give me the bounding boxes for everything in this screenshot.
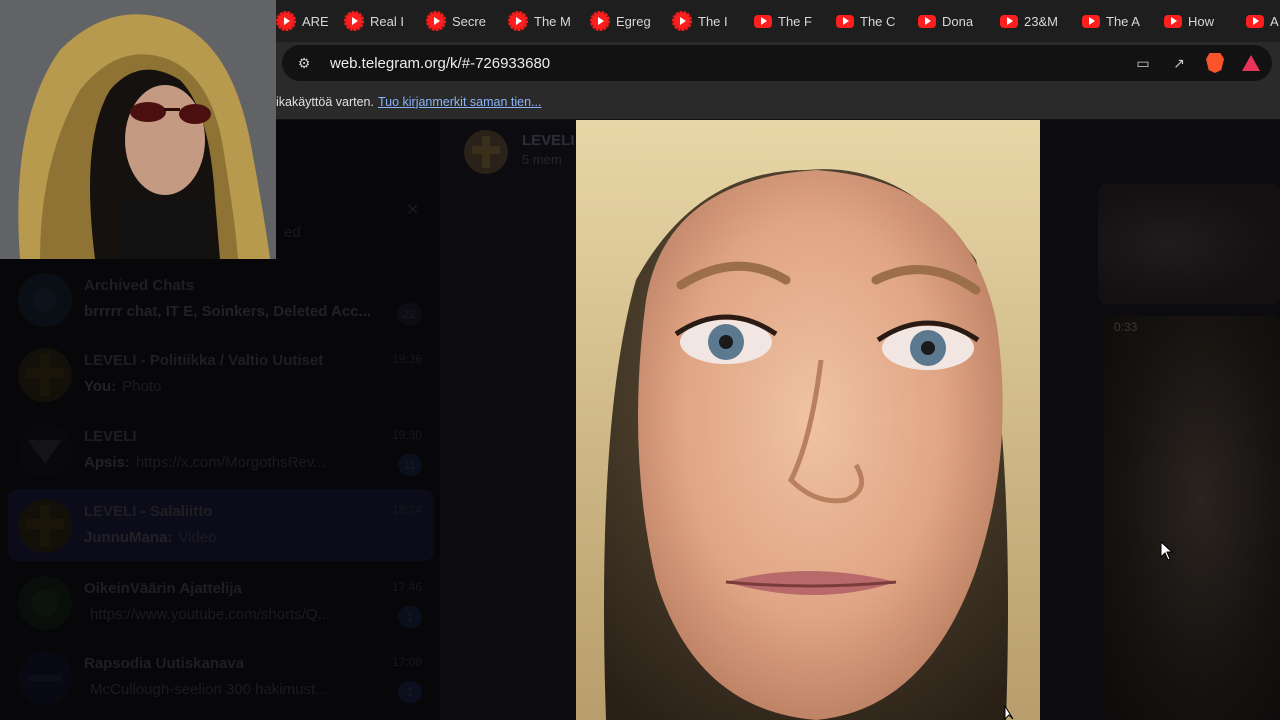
browser-tab[interactable]: Egreg xyxy=(582,0,664,42)
omnibox[interactable]: ⚙ web.telegram.org/k/#-726933680 ▭ ↗ xyxy=(282,45,1272,81)
browser-tab[interactable]: The A xyxy=(1074,0,1156,42)
youtube-icon xyxy=(918,14,936,28)
youtube-icon xyxy=(672,11,692,31)
chat-header-title[interactable]: LEVELI xyxy=(522,132,575,149)
browser-tab[interactable]: Dona xyxy=(910,0,992,42)
tab-label: The A xyxy=(1106,13,1140,29)
chat-header-subtitle: 5 mem xyxy=(522,152,562,167)
youtube-icon xyxy=(754,14,772,28)
browser-tab[interactable]: AREA xyxy=(276,0,336,42)
tab-label: The I xyxy=(698,13,728,29)
mouse-cursor-icon xyxy=(1004,705,1014,720)
install-app-icon[interactable]: ▭ xyxy=(1134,54,1152,72)
browser-tab[interactable]: The C xyxy=(828,0,910,42)
bookmark-hint-text: ikakäyttöä varten. xyxy=(276,94,374,109)
browser-tab[interactable]: The I xyxy=(664,0,746,42)
share-icon[interactable]: ↗ xyxy=(1170,54,1188,72)
tab-label: 23&M xyxy=(1024,13,1058,29)
brave-shields-icon[interactable] xyxy=(1206,53,1224,73)
site-settings-icon[interactable]: ⚙ xyxy=(294,53,314,73)
tab-label: The F xyxy=(778,13,812,29)
tab-label: The M xyxy=(534,13,571,29)
youtube-icon xyxy=(426,11,446,31)
mouse-cursor-icon xyxy=(1160,541,1174,561)
tab-label: AREA xyxy=(302,13,328,29)
youtube-icon xyxy=(1164,14,1182,28)
tab-label: Egreg xyxy=(616,13,651,29)
brave-rewards-icon[interactable] xyxy=(1242,55,1260,71)
browser-tab[interactable]: Secre xyxy=(418,0,500,42)
tab-strip: AREA Real I Secre The M Egreg The I The F The C… xyxy=(276,0,1280,42)
tab-label: Dona xyxy=(942,13,974,29)
url-text[interactable]: web.telegram.org/k/#-726933680 xyxy=(330,55,1134,72)
browser-tab[interactable]: 23&M xyxy=(992,0,1074,42)
tab-label: Secre xyxy=(452,13,486,29)
browser-tab[interactable]: The M xyxy=(500,0,582,42)
browser-tab[interactable]: The F xyxy=(746,0,828,42)
tab-label: A xyxy=(1270,13,1279,29)
bookmark-bar: ikakäyttöä varten. Tuo kirjanmerkit sama… xyxy=(276,84,1280,120)
browser-tab[interactable]: Real I xyxy=(336,0,418,42)
tab-label: How xyxy=(1188,13,1215,29)
message-video[interactable] xyxy=(1104,316,1280,720)
browser-tab[interactable]: How xyxy=(1156,0,1238,42)
import-bookmarks-link[interactable]: Tuo kirjanmerkit saman tien... xyxy=(378,95,541,109)
media-duration: 0:33 xyxy=(1114,320,1138,334)
media-viewer-video[interactable] xyxy=(576,120,1040,720)
youtube-icon xyxy=(590,11,610,31)
youtube-icon xyxy=(836,14,854,28)
youtube-icon xyxy=(1000,14,1018,28)
youtube-icon xyxy=(344,11,364,31)
youtube-icon xyxy=(508,11,528,31)
youtube-icon xyxy=(276,11,296,31)
tab-label: Real I xyxy=(370,13,404,29)
youtube-icon xyxy=(1246,14,1264,28)
youtube-icon xyxy=(1082,14,1100,28)
message-thumbnail[interactable] xyxy=(1098,184,1280,304)
chat-header-avatar[interactable] xyxy=(464,130,508,174)
webcam-overlay xyxy=(0,0,276,259)
address-bar: ⚙ web.telegram.org/k/#-726933680 ▭ ↗ xyxy=(276,42,1280,84)
tab-label: The C xyxy=(860,13,896,29)
browser-tab[interactable]: A xyxy=(1238,0,1280,42)
